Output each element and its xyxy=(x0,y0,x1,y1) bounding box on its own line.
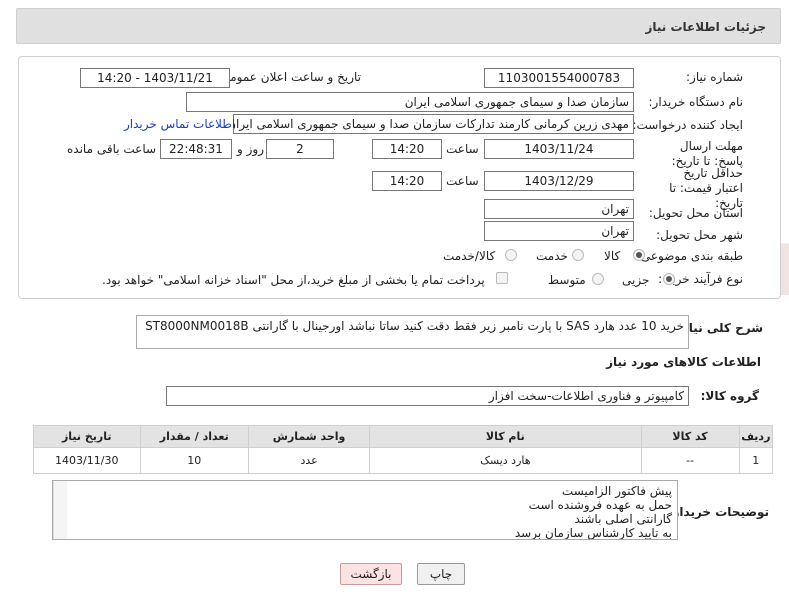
category-option-both: کالا/خدمت xyxy=(443,249,496,263)
validity-date-field: 1403/12/29 xyxy=(484,171,634,191)
buyer-org-field: سازمان صدا و سیمای جمهوری اسلامی ایران xyxy=(186,92,634,112)
cell-unit: عدد xyxy=(248,447,371,474)
creator-field: مهدی زرین کرمانی کارمند تدارکات سازمان ص… xyxy=(233,114,634,134)
description-label: شرح کلی نیاز: xyxy=(677,321,763,335)
page-header: جزئیات اطلاعات نیاز xyxy=(16,8,781,44)
days-field: 2 xyxy=(266,139,334,159)
deadline-time-label: ساعت xyxy=(446,142,479,156)
deadline-label: مهلت ارسال پاسخ: تا تاریخ: xyxy=(671,139,743,168)
remaining-time-field: 22:48:31 xyxy=(160,139,232,159)
note-line: گارانتی اصلی باشند xyxy=(574,512,672,526)
back-button[interactable]: بازگشت xyxy=(340,563,402,585)
note-line: پیش فاکتور الزامیست xyxy=(561,484,672,498)
remaining-label: ساعت باقی مانده xyxy=(67,142,157,156)
province-field: تهران xyxy=(484,199,634,219)
cell-quantity: 10 xyxy=(139,447,250,474)
table-row: 1 -- هارد دیسک عدد 10 1403/11/30 xyxy=(33,447,774,474)
process-radio-medium[interactable] xyxy=(592,273,604,285)
category-radio-service[interactable] xyxy=(572,249,584,261)
cell-item-code: -- xyxy=(640,447,740,474)
print-button[interactable]: چاپ xyxy=(417,563,465,585)
description-text: خرید 10 عدد هارد SAS با پارت نامبر زیر ف… xyxy=(145,319,684,333)
creator-label: ایجاد کننده درخواست: xyxy=(632,118,743,132)
col-unit: واحد شمارش xyxy=(248,425,371,448)
need-number-field: 1103001554000783 xyxy=(484,68,634,88)
buyer-org-label: نام دستگاه خریدار: xyxy=(648,95,744,109)
treasury-payment-note: پرداخت تمام یا بخشی از مبلغ خرید،از محل … xyxy=(102,273,485,287)
price-validity-label: حداقل تاریخ اعتبار قیمت: تا تاریخ: xyxy=(669,166,743,210)
col-item-name: نام کالا xyxy=(369,425,642,448)
process-radio-minor[interactable] xyxy=(663,273,675,285)
page-title: جزئیات اطلاعات نیاز xyxy=(645,20,766,34)
validity-time-field: 14:20 xyxy=(372,171,442,191)
category-option-service: خدمت xyxy=(536,249,568,263)
need-number-label: شماره نیاز: xyxy=(686,70,743,84)
announce-datetime-field: 1403/11/21 - 14:20 xyxy=(80,68,230,88)
buyer-notes-text: پیش فاکتور الزامیست حمل به عهده فروشنده … xyxy=(514,484,672,540)
buyer-notes-label: توضیحات خریدار: xyxy=(667,505,769,519)
cell-need-date: 1403/11/30 xyxy=(33,447,141,474)
goods-table: ردیف کد کالا نام کالا واحد شمارش تعداد /… xyxy=(33,425,774,474)
goods-group-field: کامپیوتر و فناوری اطلاعات-سخت افزار xyxy=(166,386,689,406)
description-box: خرید 10 عدد هارد SAS با پارت نامبر زیر ف… xyxy=(136,315,689,349)
note-line: حمل به عهده فروشنده است xyxy=(528,498,672,512)
days-label: روز و xyxy=(237,142,264,156)
col-row-number: ردیف xyxy=(738,425,774,448)
announce-datetime-label: تاریخ و ساعت اعلان عمومی: xyxy=(216,70,361,84)
deadline-date-field: 1403/11/24 xyxy=(484,139,634,159)
category-label: طبقه بندی موضوعی: xyxy=(636,249,743,263)
category-radio-both[interactable] xyxy=(505,249,517,261)
cell-row-number: 1 xyxy=(738,447,774,474)
process-option-minor: جزیی xyxy=(622,273,650,287)
province-label: استان محل تحویل: xyxy=(648,206,743,220)
category-option-goods: کالا xyxy=(604,249,621,263)
category-radio-goods[interactable] xyxy=(633,249,645,261)
goods-group-label: گروه کالا: xyxy=(700,389,759,403)
col-item-code: کد کالا xyxy=(640,425,740,448)
note-line: به تایید کارشناس سازمان برسد xyxy=(514,526,672,540)
process-option-medium: متوسط xyxy=(548,273,586,287)
deadline-time-field: 14:20 xyxy=(372,139,442,159)
col-need-date: تاریخ نیاز xyxy=(33,425,141,448)
table-header-row: ردیف کد کالا نام کالا واحد شمارش تعداد /… xyxy=(33,425,774,448)
col-quantity: تعداد / مقدار xyxy=(139,425,250,448)
contact-info-link[interactable]: اطلاعات تماس خریدار xyxy=(124,117,235,131)
notes-scrollbar[interactable] xyxy=(53,481,67,539)
treasury-payment-checkbox[interactable] xyxy=(496,272,508,284)
goods-info-title: اطلاعات کالاهای مورد نیاز xyxy=(606,355,761,369)
cell-item-name: هارد دیسک xyxy=(369,447,642,474)
validity-time-label: ساعت xyxy=(446,174,479,188)
city-field: تهران xyxy=(484,221,634,241)
buyer-notes-box[interactable]: پیش فاکتور الزامیست حمل به عهده فروشنده … xyxy=(52,480,678,540)
city-label: شهر محل تحویل: xyxy=(656,228,743,242)
